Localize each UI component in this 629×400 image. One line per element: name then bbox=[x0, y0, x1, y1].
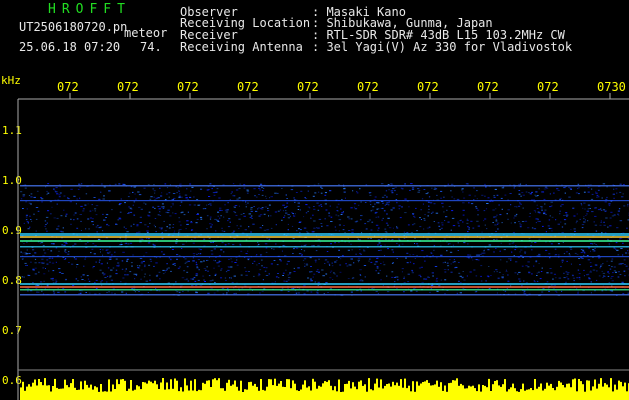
carrier-band bbox=[20, 286, 629, 288]
carrier-band bbox=[20, 200, 629, 202]
carrier-band bbox=[20, 283, 629, 285]
carrier-band bbox=[20, 256, 629, 258]
carrier-band bbox=[20, 246, 629, 248]
carrier-bands bbox=[20, 185, 629, 296]
carrier-band bbox=[20, 236, 629, 238]
carrier-band bbox=[20, 185, 629, 187]
carrier-band bbox=[20, 233, 629, 236]
carrier-band bbox=[20, 240, 629, 242]
spectrogram bbox=[17, 93, 629, 400]
signal-strength-strip bbox=[20, 378, 629, 400]
carrier-band bbox=[20, 289, 629, 291]
carrier-band bbox=[20, 294, 629, 296]
